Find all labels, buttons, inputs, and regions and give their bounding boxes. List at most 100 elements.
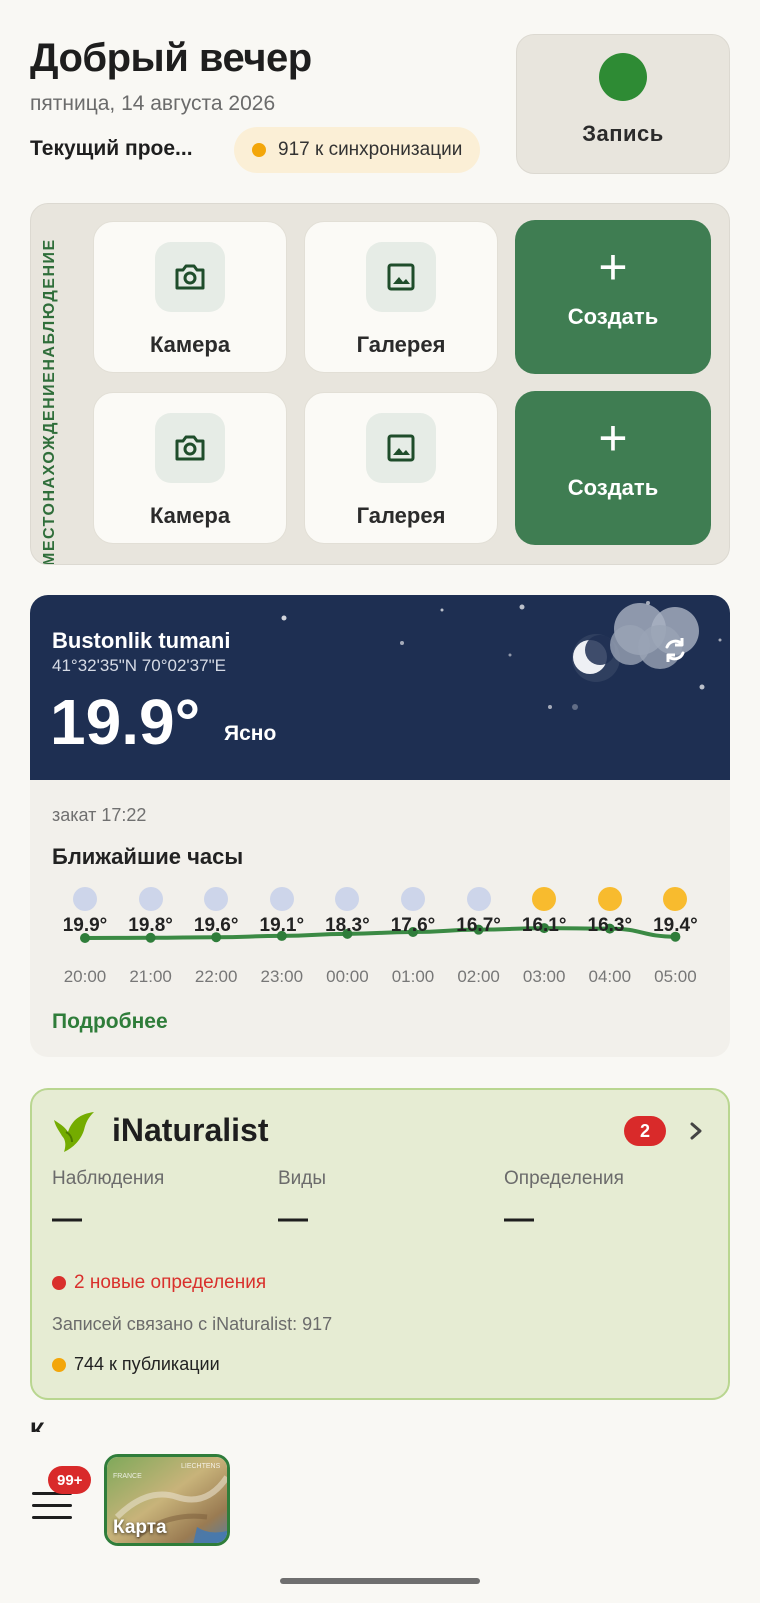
hamburger-icon <box>32 1516 72 1519</box>
record-button[interactable]: Запись <box>516 34 730 174</box>
hour-item: 19.4° 05:00 <box>642 887 708 986</box>
gallery-label: Галерея <box>356 503 446 528</box>
stat-label: Определения <box>504 1168 624 1189</box>
create-button[interactable]: + Создать <box>515 220 711 374</box>
hourly-forecast-title: Ближайшие часы <box>52 844 244 869</box>
hour-item: 19.8° 21:00 <box>118 887 184 986</box>
hour-item: 16.3° 04:00 <box>577 887 643 986</box>
camera-tile[interactable]: Камера <box>93 392 287 544</box>
night-sky-banner: Bustonlik tumani 41°32'35"N 70°02'37"E 1… <box>30 595 730 780</box>
hour-time: 03:00 <box>522 967 566 986</box>
moon-icon <box>335 887 360 911</box>
hour-temperature: 19.8° <box>128 915 173 936</box>
location-coordinates: 41°32'35"N 70°02'37"E <box>52 656 226 675</box>
sun-icon <box>532 887 557 911</box>
map-label-france: FRANCE <box>113 1473 142 1480</box>
hour-temperature: 19.4° <box>653 915 698 936</box>
hour-item: 16.1° 03:00 <box>511 887 577 986</box>
camera-label: Камера <box>149 332 231 357</box>
chevron-right-icon[interactable] <box>686 1116 706 1146</box>
hour-temperature: 16.1° <box>521 915 567 936</box>
map-label-liechtenstein: LIECHTENS <box>181 1463 221 1470</box>
stat-value: — <box>278 1202 308 1235</box>
hour-temperature: 18.3° <box>325 915 370 936</box>
moon-icon <box>73 887 97 911</box>
stat-identifications: Определения — <box>504 1168 624 1236</box>
create-label: Создать <box>567 304 659 329</box>
stat-observations: Наблюдения — <box>52 1168 164 1236</box>
stat-label: Виды <box>278 1168 327 1189</box>
hour-temperature: 16.3° <box>587 915 633 936</box>
moon-icon <box>204 887 229 911</box>
sync-dot-icon <box>252 143 266 157</box>
stat-label: Наблюдения <box>52 1168 165 1189</box>
create-label: Создать <box>567 475 659 500</box>
gallery-tile[interactable]: Галерея <box>304 221 498 373</box>
inaturalist-title: iNaturalist <box>112 1112 269 1148</box>
hour-time: 01:00 <box>391 967 435 986</box>
sunset-time: закат 17:22 <box>52 805 147 825</box>
hamburger-icon <box>32 1504 72 1507</box>
hour-item: 19.9° 20:00 <box>52 887 118 986</box>
hour-time: 20:00 <box>63 967 107 986</box>
sun-icon <box>597 887 622 911</box>
alert-dot-icon <box>52 1276 66 1290</box>
weather-condition: Ясно <box>224 722 277 745</box>
sun-icon <box>663 887 688 911</box>
new-identifications[interactable]: 2 новые определения <box>52 1272 266 1294</box>
sync-status-text: 917 к синхронизации <box>278 139 463 160</box>
date-label: пятница, 14 августа 2026 <box>30 92 276 115</box>
gallery-tile[interactable]: Галерея <box>304 392 498 544</box>
hour-item: 17.6° 01:00 <box>380 887 446 986</box>
pending-dot-icon <box>52 1357 66 1372</box>
hour-temperature: 16.7° <box>456 915 501 936</box>
current-temperature: 19.9° <box>50 686 201 758</box>
weather-card[interactable]: Bustonlik tumani 41°32'35"N 70°02'37"E 1… <box>30 595 730 1057</box>
gallery-icon <box>366 413 436 483</box>
location-observation-label: МЕСТОНАХОЖДЕНИЕНАБЛЮДЕНИЕ <box>41 238 58 565</box>
weather-more-link[interactable]: Подробнее <box>52 1010 168 1034</box>
plus-icon: + <box>598 410 628 466</box>
hour-time: 02:00 <box>457 967 500 986</box>
hour-time: 21:00 <box>129 967 172 986</box>
refresh-icon[interactable] <box>660 635 690 665</box>
menu-badge: 99+ <box>48 1466 92 1494</box>
hour-temperature: 17.6° <box>390 915 436 936</box>
moon-icon <box>138 887 163 911</box>
inaturalist-card[interactable]: iNaturalist 2 Наблюдения — Виды — Опреде… <box>30 1088 730 1400</box>
next-section-heading: К <box>30 1420 70 1432</box>
location-name: Bustonlik tumani <box>52 628 231 653</box>
camera-icon <box>155 413 225 483</box>
camera-label: Камера <box>149 503 231 528</box>
hour-temperature: 19.1° <box>259 915 305 936</box>
moon-icon <box>466 887 491 911</box>
hour-time: 05:00 <box>654 967 697 986</box>
home-indicator[interactable] <box>280 1578 480 1584</box>
linked-records-text: Записей связано с iNaturalist: 917 <box>52 1314 333 1334</box>
to-publish[interactable]: 744 к публикации <box>52 1354 220 1375</box>
stat-species: Виды — <box>278 1168 326 1236</box>
moon-icon <box>269 887 294 911</box>
inaturalist-bird-icon <box>54 1112 94 1152</box>
map-button[interactable]: FRANCE LIECHTENS Карта <box>104 1454 230 1546</box>
hour-time: 04:00 <box>588 967 632 986</box>
hour-item: 18.3° 00:00 <box>314 887 380 986</box>
create-button[interactable]: + Создать <box>515 391 711 545</box>
hour-temperature: 19.6° <box>193 915 239 936</box>
gallery-label: Галерея <box>356 332 446 357</box>
current-project[interactable]: Текущий прое... <box>30 137 193 161</box>
hour-item: 16.7° 02:00 <box>446 887 512 986</box>
quick-actions-panel: МЕСТОНАХОЖДЕНИЕНАБЛЮДЕНИЕ Камера Галерея… <box>30 203 730 565</box>
notification-badge: 2 <box>624 1116 666 1146</box>
moon-icon <box>401 887 425 911</box>
to-publish-text: 744 к публикации <box>74 1354 220 1374</box>
next-section-heading-text: К <box>30 1420 70 1432</box>
stat-value: — <box>504 1202 534 1235</box>
hour-item: 19.6° 22:00 <box>183 887 249 986</box>
camera-tile[interactable]: Камера <box>93 221 287 373</box>
plus-icon: + <box>598 239 628 295</box>
sync-status-pill[interactable]: 917 к синхронизации <box>234 127 481 173</box>
camera-icon <box>155 242 225 312</box>
map-label: Карта <box>113 1517 167 1538</box>
new-identifications-text: 2 новые определения <box>74 1272 267 1293</box>
